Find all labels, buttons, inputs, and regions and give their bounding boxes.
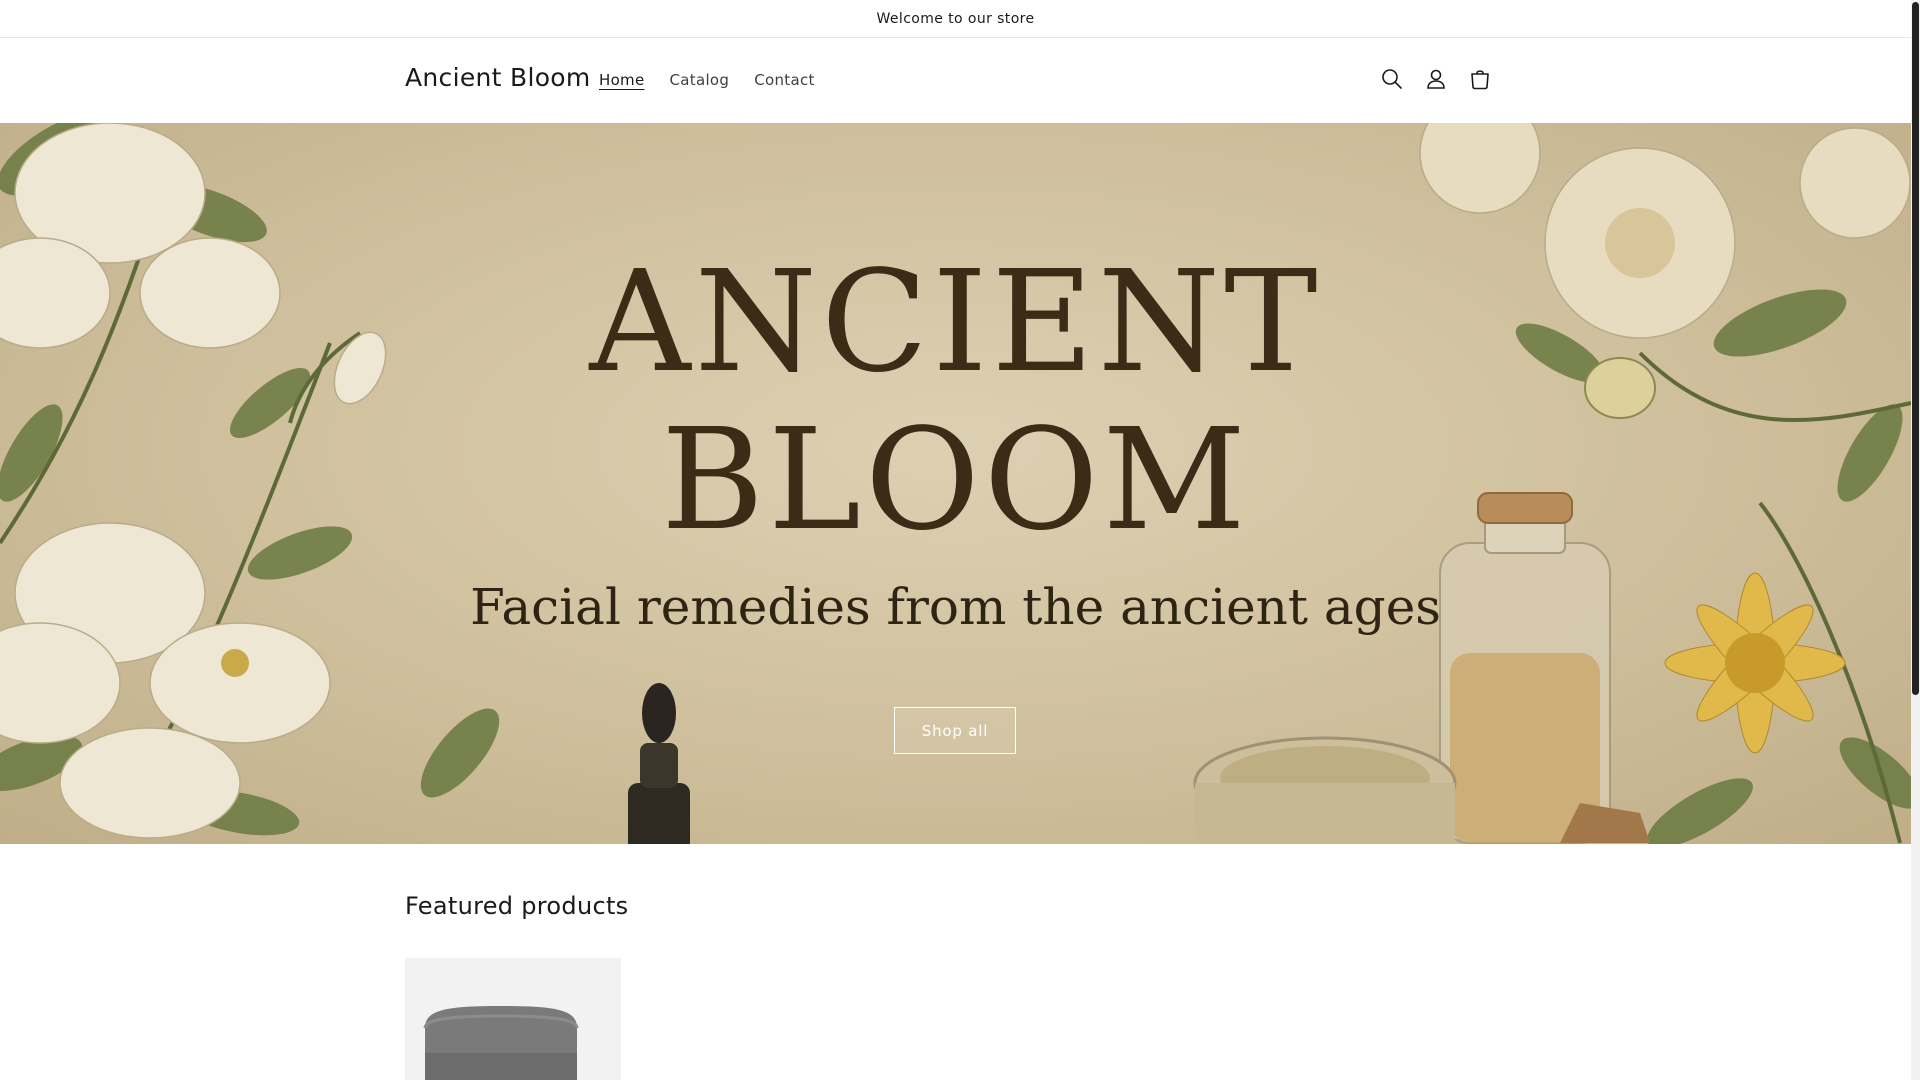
account-icon[interactable]	[1424, 67, 1448, 91]
announcement-bar: Welcome to our store	[0, 0, 1911, 38]
product-image	[405, 958, 621, 1080]
hero-subtitle: Facial remedies from the ancient ages	[470, 578, 1441, 636]
search-icon[interactable]	[1380, 67, 1404, 91]
shop-all-button[interactable]: Shop all	[894, 707, 1016, 754]
main-nav: Home Catalog Contact	[599, 71, 815, 89]
cart-icon[interactable]	[1468, 67, 1492, 91]
storefront-page: Welcome to our store Ancient Bloom Home …	[0, 0, 1911, 1080]
nav-home[interactable]: Home	[599, 71, 645, 89]
featured-products-heading: Featured products	[405, 892, 629, 920]
scrollbar-thumb[interactable]	[1912, 2, 1919, 695]
page-scrollbar[interactable]	[1911, 0, 1920, 1080]
site-header: Ancient Bloom Home Catalog Contact	[0, 39, 1911, 123]
hero-banner: ANCIENT BLOOM Facial remedies from the a…	[0, 123, 1911, 844]
nav-contact[interactable]: Contact	[754, 71, 814, 89]
hero-title-line1: ANCIENT	[589, 241, 1322, 404]
product-card[interactable]	[405, 958, 621, 1080]
nav-catalog[interactable]: Catalog	[670, 71, 730, 89]
announcement-text: Welcome to our store	[876, 10, 1035, 27]
store-logo[interactable]: Ancient Bloom	[405, 63, 591, 92]
hero-title-line2: BLOOM	[661, 399, 1250, 562]
header-icons	[1380, 67, 1492, 91]
